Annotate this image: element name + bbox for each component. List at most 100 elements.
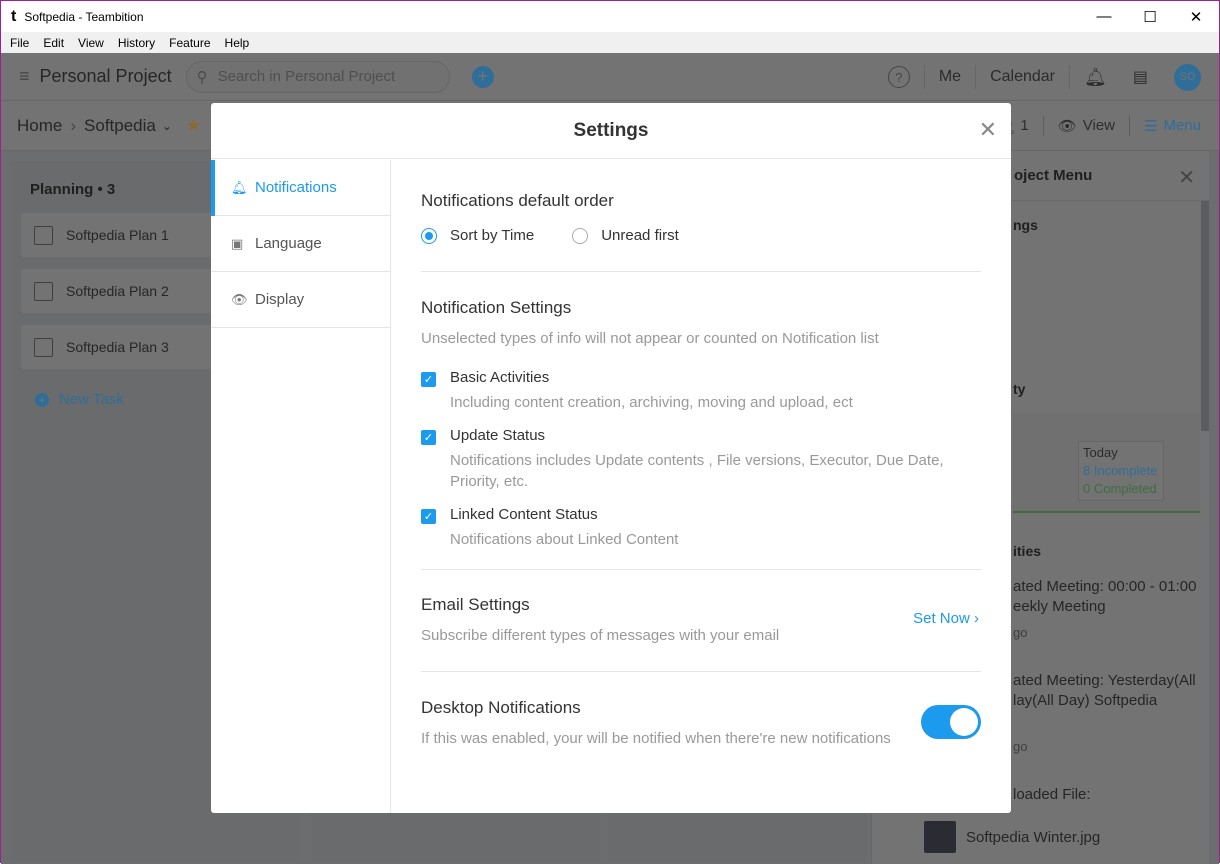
file-name[interactable]: Softpedia Winter.jpg bbox=[966, 828, 1100, 848]
divider bbox=[1069, 65, 1071, 89]
eye-icon: 👁︎ bbox=[1057, 117, 1077, 135]
task-title: Softpedia Plan 3 bbox=[66, 339, 169, 355]
tab-label: Notifications bbox=[255, 179, 337, 196]
activity-section: ty bbox=[1013, 381, 1026, 397]
desktop-notifications-subtitle: If this was enabled, your will be notifi… bbox=[421, 730, 891, 747]
checkbox-description: Notifications includes Update contents ,… bbox=[450, 452, 944, 490]
search-input[interactable] bbox=[217, 68, 418, 85]
activity-time: go bbox=[1013, 625, 1028, 640]
breadcrumb-project[interactable]: Softpedia bbox=[84, 116, 156, 136]
search-box[interactable]: ⚲ bbox=[185, 60, 450, 93]
add-button[interactable]: + bbox=[471, 65, 494, 88]
checkbox-description: Including content creation, archiving, m… bbox=[450, 394, 853, 411]
radio-label[interactable]: Unread first bbox=[601, 227, 679, 244]
radio-sort-by-time[interactable] bbox=[421, 227, 437, 244]
task-title: Softpedia Plan 2 bbox=[66, 283, 169, 299]
activity-line: eekly Meeting bbox=[1013, 598, 1106, 615]
plus-icon: + bbox=[35, 392, 49, 407]
settings-content: Notifications default order Sort by Time… bbox=[421, 160, 981, 747]
radio-unread-first[interactable] bbox=[572, 227, 589, 244]
project-title: Personal Project bbox=[39, 66, 172, 86]
notification-settings-title: Notification Settings bbox=[421, 298, 572, 317]
close-icon[interactable]: ✕ bbox=[979, 117, 997, 143]
star-icon[interactable]: ★ bbox=[186, 116, 201, 136]
tab-language[interactable]: ▣ Language bbox=[211, 216, 390, 272]
chevron-right-icon: › bbox=[969, 610, 979, 627]
dialog-title: Settings bbox=[573, 119, 649, 141]
desktop-notifications-toggle[interactable] bbox=[921, 705, 981, 739]
tooltip-day: Today bbox=[1083, 445, 1118, 460]
new-task-label: New Task bbox=[59, 391, 124, 408]
tab-label: Language bbox=[255, 235, 322, 252]
set-now-label: Set Now bbox=[913, 610, 970, 627]
tab-label: Display bbox=[255, 291, 305, 308]
settings-section[interactable]: ngs bbox=[1013, 217, 1038, 233]
checkbox-description: Notifications about Linked Content bbox=[450, 531, 679, 548]
activities-section: ities bbox=[1013, 543, 1042, 559]
chevron-down-icon[interactable]: ⌄ bbox=[162, 119, 172, 133]
checkbox-linked-content-status[interactable]: ✓ bbox=[421, 509, 436, 524]
tab-display[interactable]: 👁︎ Display bbox=[211, 272, 390, 328]
members-count[interactable]: 1 bbox=[1020, 117, 1028, 134]
menu-feature[interactable]: Feature bbox=[169, 36, 210, 50]
title-bar: t Softpedia - Teambition — ☐ ✕ bbox=[1, 1, 1219, 32]
file-thumbnail[interactable] bbox=[924, 821, 956, 853]
set-now-link[interactable]: Set Now › bbox=[913, 610, 979, 627]
me-link[interactable]: Me bbox=[939, 68, 961, 86]
task-checkbox[interactable] bbox=[34, 337, 53, 357]
checkbox-label: Linked Content Status bbox=[450, 506, 598, 523]
minimize-button[interactable]: — bbox=[1081, 1, 1127, 32]
eye-icon: 👁︎ bbox=[231, 291, 248, 307]
activity-line: ated Meeting: 00:00 - 01:00 bbox=[1013, 578, 1197, 595]
menu-bar: File Edit View History Feature Help bbox=[1, 32, 1219, 53]
email-settings-title: Email Settings bbox=[421, 595, 530, 614]
task-checkbox[interactable] bbox=[34, 281, 53, 301]
close-icon[interactable]: ✕ bbox=[1178, 165, 1195, 190]
close-window-button[interactable]: ✕ bbox=[1173, 1, 1219, 32]
divider bbox=[923, 65, 925, 89]
settings-dialog: Settings ✕ 🔔︎ Notifications ▣ Language 👁︎ D… bbox=[211, 103, 1011, 813]
chat-icon[interactable]: ▤ bbox=[1133, 67, 1148, 87]
menu-history[interactable]: History bbox=[118, 36, 155, 50]
window-title: Softpedia - Teambition bbox=[24, 9, 144, 24]
order-title: Notifications default order bbox=[421, 191, 614, 210]
desktop-notifications-title: Desktop Notifications bbox=[421, 698, 581, 717]
avatar[interactable]: SO bbox=[1174, 63, 1201, 91]
task-title: Softpedia Plan 1 bbox=[66, 227, 169, 243]
chevron-right-icon: › bbox=[70, 115, 77, 135]
hamburger-icon[interactable]: ≡ bbox=[19, 66, 30, 87]
settings-sidebar: 🔔︎ Notifications ▣ Language 👁︎ Display bbox=[211, 160, 391, 813]
language-icon: ▣ bbox=[231, 235, 244, 251]
menu-help[interactable]: Help bbox=[225, 36, 250, 50]
breadcrumb-home[interactable]: Home bbox=[17, 116, 62, 136]
radio-label[interactable]: Sort by Time bbox=[450, 227, 534, 244]
maximize-button[interactable]: ☐ bbox=[1127, 1, 1173, 32]
menu-file[interactable]: File bbox=[10, 36, 29, 50]
search-icon: ⚲ bbox=[196, 68, 208, 86]
tab-notifications[interactable]: 🔔︎ Notifications bbox=[211, 160, 390, 216]
list-icon: ☰ bbox=[1144, 117, 1158, 135]
tooltip-incomplete: 8 Incomplete bbox=[1083, 463, 1158, 478]
activity-line: loaded File: bbox=[1013, 786, 1091, 803]
menu-view[interactable]: View bbox=[78, 36, 104, 50]
menu-edit[interactable]: Edit bbox=[43, 36, 64, 50]
tooltip-completed: 0 Completed bbox=[1083, 481, 1157, 496]
view-button[interactable]: View bbox=[1083, 117, 1115, 134]
checkbox-update-status[interactable]: ✓ bbox=[421, 430, 436, 445]
scrollbar[interactable] bbox=[1201, 201, 1209, 431]
app-logo: t bbox=[11, 7, 17, 25]
activity-line: lay(All Day) Softpedia bbox=[1013, 692, 1158, 709]
activity-time: go bbox=[1013, 739, 1028, 754]
divider bbox=[1042, 115, 1044, 136]
email-settings-subtitle: Subscribe different types of messages wi… bbox=[421, 627, 780, 644]
calendar-link[interactable]: Calendar bbox=[990, 68, 1055, 86]
bell-icon[interactable]: 🔔︎ bbox=[1084, 67, 1107, 88]
notification-settings-subtitle: Unselected types of info will not appear… bbox=[421, 330, 879, 347]
chart-tooltip: Today 8 Incomplete 0 Completed bbox=[1078, 441, 1164, 501]
menu-button[interactable]: Menu bbox=[1163, 117, 1201, 134]
help-icon[interactable]: ? bbox=[887, 66, 910, 88]
checkbox-label: Basic Activities bbox=[450, 369, 550, 386]
task-checkbox[interactable] bbox=[34, 225, 53, 245]
checkbox-basic-activities[interactable]: ✓ bbox=[421, 372, 436, 387]
checkbox-label: Update Status bbox=[450, 427, 546, 444]
